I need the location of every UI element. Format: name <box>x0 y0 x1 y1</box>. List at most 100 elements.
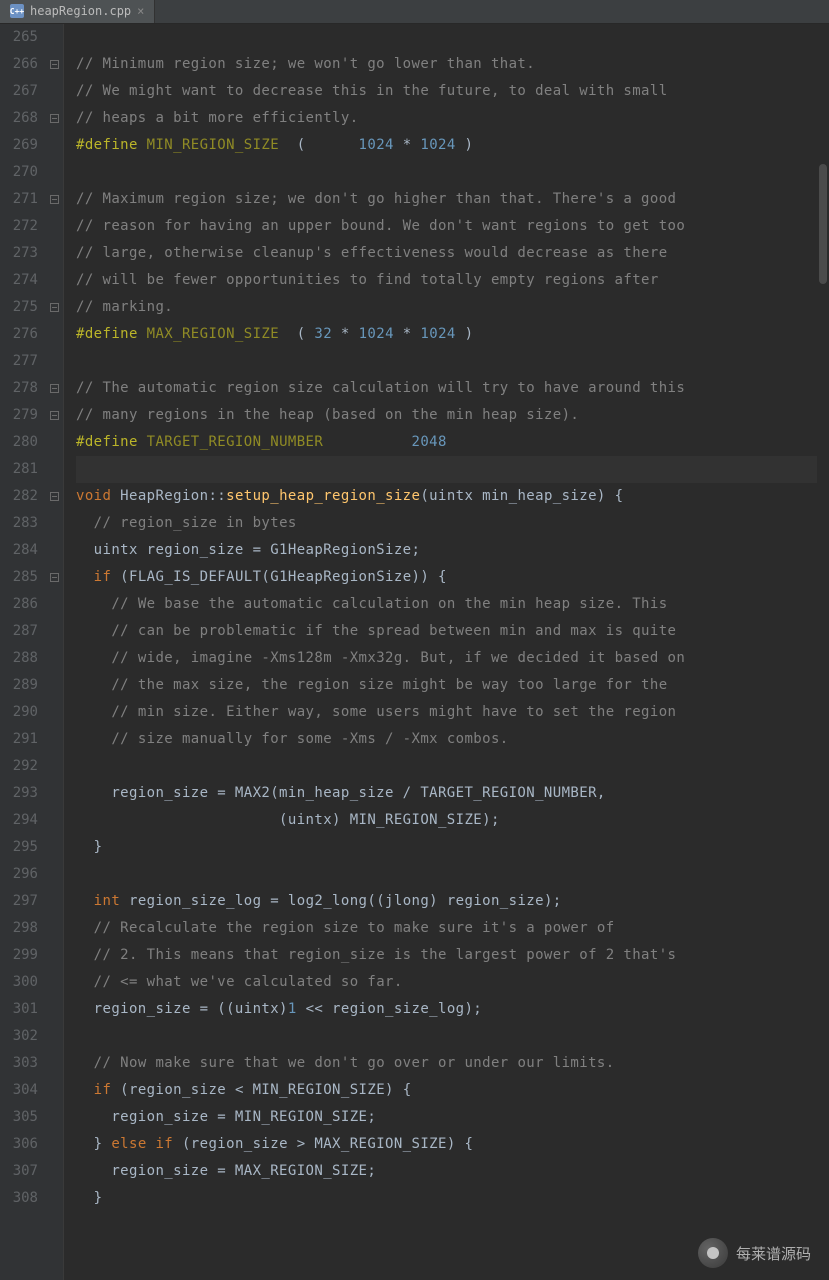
fold-toggle-icon[interactable] <box>50 411 59 420</box>
fold-cell[interactable] <box>46 132 63 159</box>
fold-cell[interactable] <box>46 1104 63 1131</box>
code-line[interactable]: void HeapRegion::setup_heap_region_size(… <box>76 483 829 510</box>
fold-toggle-icon[interactable] <box>50 114 59 123</box>
close-icon[interactable]: × <box>137 4 144 18</box>
fold-cell[interactable] <box>46 267 63 294</box>
fold-cell[interactable] <box>46 591 63 618</box>
fold-cell[interactable] <box>46 483 63 510</box>
code-line[interactable]: region_size = MAX2(min_heap_size / TARGE… <box>76 780 829 807</box>
fold-cell[interactable] <box>46 537 63 564</box>
fold-cell[interactable] <box>46 78 63 105</box>
fold-cell[interactable] <box>46 753 63 780</box>
fold-cell[interactable] <box>46 348 63 375</box>
code-line[interactable]: } else if (region_size > MAX_REGION_SIZE… <box>76 1131 829 1158</box>
fold-toggle-icon[interactable] <box>50 492 59 501</box>
code-line[interactable]: // Minimum region size; we won't go lowe… <box>76 51 829 78</box>
fold-cell[interactable] <box>46 186 63 213</box>
fold-cell[interactable] <box>46 1077 63 1104</box>
code-line[interactable]: // 2. This means that region_size is the… <box>76 942 829 969</box>
fold-toggle-icon[interactable] <box>50 60 59 69</box>
code-line[interactable] <box>76 159 829 186</box>
code-line[interactable]: // large, otherwise cleanup's effectiven… <box>76 240 829 267</box>
code-line[interactable]: (uintx) MIN_REGION_SIZE); <box>76 807 829 834</box>
editor-tab[interactable]: C++ heapRegion.cpp × <box>0 0 155 23</box>
code-line[interactable]: // We might want to decrease this in the… <box>76 78 829 105</box>
fold-cell[interactable] <box>46 429 63 456</box>
fold-cell[interactable] <box>46 402 63 429</box>
fold-cell[interactable] <box>46 672 63 699</box>
fold-cell[interactable] <box>46 699 63 726</box>
fold-cell[interactable] <box>46 861 63 888</box>
fold-cell[interactable] <box>46 996 63 1023</box>
vertical-scrollbar[interactable] <box>817 24 829 1280</box>
code-line[interactable]: // will be fewer opportunities to find t… <box>76 267 829 294</box>
fold-cell[interactable] <box>46 807 63 834</box>
fold-cell[interactable] <box>46 834 63 861</box>
code-line[interactable]: // We base the automatic calculation on … <box>76 591 829 618</box>
fold-cell[interactable] <box>46 1185 63 1212</box>
scrollbar-thumb[interactable] <box>819 164 827 284</box>
code-line[interactable]: // min size. Either way, some users migh… <box>76 699 829 726</box>
code-line[interactable]: } <box>76 834 829 861</box>
code-line[interactable] <box>76 456 829 483</box>
fold-cell[interactable] <box>46 159 63 186</box>
fold-cell[interactable] <box>46 213 63 240</box>
code-line[interactable] <box>76 24 829 51</box>
fold-cell[interactable] <box>46 888 63 915</box>
fold-cell[interactable] <box>46 1158 63 1185</box>
fold-cell[interactable] <box>46 1050 63 1077</box>
fold-cell[interactable] <box>46 456 63 483</box>
code-line[interactable]: // region_size in bytes <box>76 510 829 537</box>
fold-cell[interactable] <box>46 969 63 996</box>
code-viewport[interactable]: // Minimum region size; we won't go lowe… <box>64 24 829 1280</box>
fold-toggle-icon[interactable] <box>50 303 59 312</box>
fold-cell[interactable] <box>46 24 63 51</box>
fold-cell[interactable] <box>46 1023 63 1050</box>
code-line[interactable] <box>76 348 829 375</box>
fold-toggle-icon[interactable] <box>50 195 59 204</box>
fold-cell[interactable] <box>46 105 63 132</box>
code-line[interactable] <box>76 1023 829 1050</box>
code-line[interactable]: // size manually for some -Xms / -Xmx co… <box>76 726 829 753</box>
fold-cell[interactable] <box>46 1131 63 1158</box>
code-line[interactable]: // Maximum region size; we don't go high… <box>76 186 829 213</box>
code-line[interactable]: if (region_size < MIN_REGION_SIZE) { <box>76 1077 829 1104</box>
fold-cell[interactable] <box>46 942 63 969</box>
fold-cell[interactable] <box>46 780 63 807</box>
code-line[interactable]: } <box>76 1185 829 1212</box>
code-line[interactable] <box>76 861 829 888</box>
code-line[interactable]: // heaps a bit more efficiently. <box>76 105 829 132</box>
code-line[interactable]: #define MIN_REGION_SIZE ( 1024 * 1024 ) <box>76 132 829 159</box>
code-line[interactable]: // many regions in the heap (based on th… <box>76 402 829 429</box>
fold-cell[interactable] <box>46 726 63 753</box>
fold-cell[interactable] <box>46 510 63 537</box>
fold-cell[interactable] <box>46 375 63 402</box>
editor-area[interactable]: 2652662672682692702712722732742752762772… <box>0 24 829 1280</box>
code-line[interactable]: // <= what we've calculated so far. <box>76 969 829 996</box>
fold-cell[interactable] <box>46 915 63 942</box>
code-line[interactable]: // Recalculate the region size to make s… <box>76 915 829 942</box>
fold-cell[interactable] <box>46 240 63 267</box>
code-line[interactable]: region_size = ((uintx)1 << region_size_l… <box>76 996 829 1023</box>
fold-cell[interactable] <box>46 321 63 348</box>
fold-cell[interactable] <box>46 564 63 591</box>
code-line[interactable]: // the max size, the region size might b… <box>76 672 829 699</box>
fold-toggle-icon[interactable] <box>50 384 59 393</box>
fold-cell[interactable] <box>46 294 63 321</box>
code-line[interactable]: uintx region_size = G1HeapRegionSize; <box>76 537 829 564</box>
code-line[interactable]: if (FLAG_IS_DEFAULT(G1HeapRegionSize)) { <box>76 564 829 591</box>
code-line[interactable]: region_size = MIN_REGION_SIZE; <box>76 1104 829 1131</box>
fold-gutter[interactable] <box>46 24 64 1280</box>
code-line[interactable]: #define MAX_REGION_SIZE ( 32 * 1024 * 10… <box>76 321 829 348</box>
fold-cell[interactable] <box>46 618 63 645</box>
code-line[interactable]: // Now make sure that we don't go over o… <box>76 1050 829 1077</box>
fold-cell[interactable] <box>46 51 63 78</box>
code-line[interactable]: // The automatic region size calculation… <box>76 375 829 402</box>
fold-cell[interactable] <box>46 645 63 672</box>
code-line[interactable]: // reason for having an upper bound. We … <box>76 213 829 240</box>
code-line[interactable]: // wide, imagine -Xms128m -Xmx32g. But, … <box>76 645 829 672</box>
code-line[interactable]: // marking. <box>76 294 829 321</box>
code-line[interactable]: int region_size_log = log2_long((jlong) … <box>76 888 829 915</box>
code-line[interactable]: #define TARGET_REGION_NUMBER 2048 <box>76 429 829 456</box>
code-line[interactable] <box>76 753 829 780</box>
